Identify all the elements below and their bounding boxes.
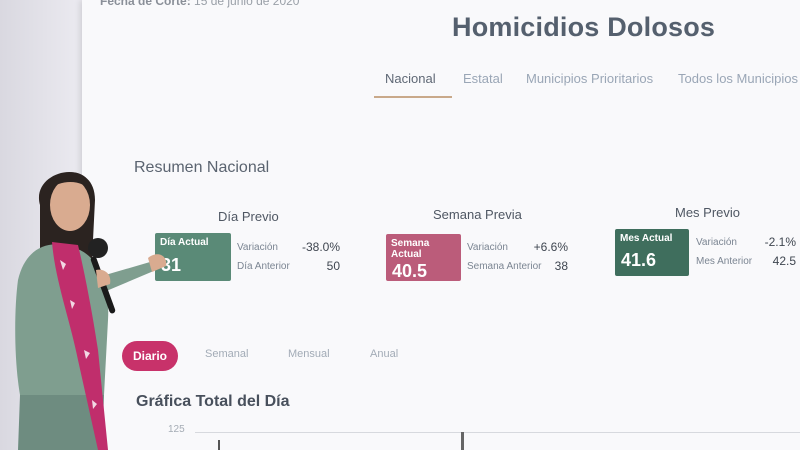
projection-screen <box>82 0 800 450</box>
period-semanal-button[interactable]: Semanal <box>205 348 248 360</box>
day-variation-label: Variación <box>237 242 278 253</box>
month-variation-label: Variación <box>696 237 737 248</box>
presenter-image <box>15 172 167 450</box>
card-month-current: Mes Actual 41.6 <box>615 229 689 276</box>
active-tab-indicator <box>374 96 452 98</box>
month-variation-value: -2.1% <box>764 235 796 249</box>
tab-estatal[interactable]: Estatal <box>463 71 503 86</box>
section-title-day: Día Previo <box>218 209 279 224</box>
graph-marker-line <box>461 432 464 450</box>
card-month-label: Mes Actual <box>620 233 673 244</box>
cutoff-label: Fecha de Corte: <box>100 0 191 8</box>
section-title-week: Semana Previa <box>433 207 522 222</box>
month-previous-label: Mes Anterior <box>696 256 753 267</box>
card-week-label: Semana Actual <box>391 238 430 260</box>
period-anual-button[interactable]: Anual <box>370 348 398 360</box>
card-week-value: 40.5 <box>392 261 428 281</box>
period-mensual-button[interactable]: Mensual <box>288 348 330 360</box>
cutoff-date: Fecha de Corte: 15 de junio de 2020 <box>100 0 299 8</box>
tab-nacional[interactable]: Nacional <box>385 71 436 86</box>
card-week-current: Semana Actual 40.5 <box>386 234 461 281</box>
day-previous-label: Día Anterior <box>237 261 290 272</box>
month-previous-value: 42.5 <box>772 254 796 268</box>
graph-gridline <box>195 432 800 433</box>
tab-todos-municipios[interactable]: Todos los Municipios <box>678 71 798 86</box>
tab-municipios-prioritarios[interactable]: Municipios Prioritarios <box>526 71 653 86</box>
week-variation-value: +6.6% <box>533 240 568 254</box>
cutoff-value: 15 de junio de 2020 <box>194 0 300 8</box>
week-variation-label: Variación <box>467 242 508 253</box>
day-previous-value: 50 <box>326 259 340 273</box>
card-month-value: 41.6 <box>621 250 657 270</box>
section-title-month: Mes Previo <box>675 205 741 220</box>
page-title: Homicidios Dolosos <box>452 12 716 42</box>
week-previous-value: 38 <box>554 259 568 273</box>
tab-bar: Nacional Estatal Municipios Prioritarios… <box>0 71 800 101</box>
day-variation-value: -38.0% <box>301 240 340 254</box>
graph-y-tick: 125 <box>168 424 185 435</box>
graph-marker <box>218 440 220 450</box>
